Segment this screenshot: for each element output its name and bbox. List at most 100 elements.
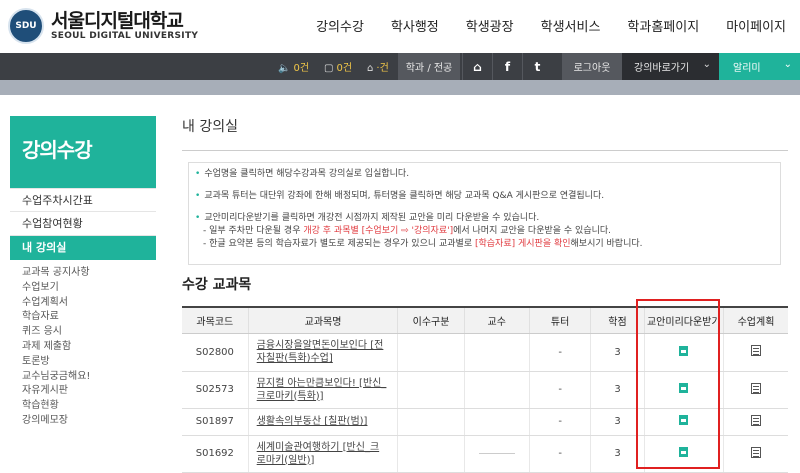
gnb-item-student-service[interactable]: 학생서비스 <box>541 16 601 35</box>
logo-korean: 서울디지털대학교 <box>51 9 184 32</box>
page-title: 내 강의실 <box>182 119 238 135</box>
sidebar: 강의수강 수업주차시간표 수업참여현황 내 강의실 교과목 공지사항 수업보기 … <box>10 116 156 469</box>
course-code: S01692 <box>182 435 249 473</box>
course-shortcut-dropdown[interactable]: 강의바로가기 ⌄ <box>622 53 719 80</box>
notice-line-1: • 수업명을 클릭하면 해당수강과목 강의실로 입실합니다. <box>195 169 410 179</box>
submenu-item-quiz[interactable]: 퀴즈 응시 <box>10 325 156 340</box>
chat-icon: ▢ <box>324 63 334 74</box>
course-name-link[interactable]: 세계미술관여행하기 [반신_크로마키(일반)] <box>257 442 379 466</box>
document-icon[interactable] <box>751 446 761 458</box>
alert-dropdown[interactable]: 알리미 ⌄ <box>719 53 800 80</box>
speaker-icon: 🔈 <box>278 63 291 74</box>
submenu-item-watch-class[interactable]: 수업보기 <box>10 281 156 296</box>
course-name-cell: 뮤지컬 아는만큼보인다! [반신_크로마키(특화)] <box>247 371 398 409</box>
main-content: 내 강의실 • 수업명을 클릭하면 해당수강과목 강의실로 입실합니다. • 교과목… <box>182 116 788 473</box>
university-seal-icon: SDU <box>8 8 44 44</box>
dept-major-button[interactable]: 학과 / 전공 <box>398 53 460 80</box>
sidebar-submenu: 교과목 공지사항 수업보기 수업계획서 학습자료 퀴즈 응시 과제 제출함 토론… <box>10 260 156 429</box>
notice-line-5: - 한글 요약본 등의 학습자료가 별도로 제공되는 경우가 있으니 교과별로 … <box>203 239 643 249</box>
gnb-item-student-plaza[interactable]: 학생광장 <box>466 16 514 35</box>
col-header-name: 교과목명 <box>247 306 398 334</box>
course-name-link[interactable]: 생활속의부동산 [칠판(범)] <box>257 416 368 427</box>
course-code: S02573 <box>182 371 249 409</box>
col-header-code: 과목코드 <box>182 306 249 334</box>
course-professor <box>463 333 530 372</box>
course-tutor: - <box>528 408 591 436</box>
submenu-item-assignment[interactable]: 과제 제출함 <box>10 340 156 355</box>
submenu-item-discussion[interactable]: 토론방 <box>10 355 156 370</box>
submenu-item-course-notice[interactable]: 교과목 공지사항 <box>10 266 156 281</box>
sidebar-item-my-classroom[interactable]: 내 강의실 <box>10 236 156 260</box>
notice-line-4: - 일부 주차만 다운될 경우 개강 후 과목별 [수업보기 ⇨ '강의자료']… <box>203 226 612 236</box>
utility-bar: 🔈 0건 ▢ 0건 ⌂ ·건 학과 / 전공 ⌂ f t 로그아웃 강의바로가기 ⌄ … <box>0 53 800 80</box>
gnb-item-academic[interactable]: 학사행정 <box>391 16 439 35</box>
logo-text: 서울디지털대학교 SEOUL DIGITAL UNIVERSITY <box>51 11 198 42</box>
title-divider <box>182 150 788 151</box>
course-type <box>397 333 465 372</box>
course-code: S02800 <box>182 333 249 372</box>
facebook-icon[interactable]: f <box>492 53 522 80</box>
col-header-tutor: 튜터 <box>528 306 591 334</box>
course-professor <box>463 408 530 436</box>
course-name-cell: 금융시장을알면돈이보인다 [전자칠판(특화)수업] <box>247 333 398 372</box>
col-header-plan: 수업계획 <box>723 306 788 334</box>
social-links: ⌂ f t <box>462 53 552 80</box>
notice-count-value: 0건 <box>293 63 310 74</box>
course-name-cell: 세계미술관여행하기 [반신_크로마키(일반)] <box>247 435 398 473</box>
course-shortcut-label: 강의바로가기 <box>634 63 690 74</box>
logout-button[interactable]: 로그아웃 <box>562 53 622 80</box>
top-header: SDU 서울디지털대학교 SEOUL DIGITAL UNIVERSITY 강의… <box>0 0 800 53</box>
notice-count[interactable]: 🔈 0건 <box>278 59 309 74</box>
notice-box: • 수업명을 클릭하면 해당수강과목 강의실로 입실합니다. • 교과목 튜터는 대… <box>188 162 781 265</box>
alert-label: 알리미 <box>733 63 761 74</box>
submenu-item-progress[interactable]: 학습현황 <box>10 399 156 414</box>
course-type <box>397 371 465 409</box>
course-tutor: - <box>528 333 591 372</box>
chevron-down-icon: ⌄ <box>783 59 792 70</box>
inbox-icon: ⌂ <box>367 63 374 74</box>
sidebar-title: 강의수강 <box>10 116 156 188</box>
gnb-item-course[interactable]: 강의수강 <box>316 16 364 35</box>
notice-line-3: • 교안미리다운받기를 클릭하면 개강전 시점까지 제작된 교안을 미리 다운받을… <box>195 213 540 223</box>
course-tutor: - <box>528 435 591 473</box>
course-name-cell: 생활속의부동산 [칠판(범)] <box>247 408 398 436</box>
notification-counts: 🔈 0건 ▢ 0건 ⌂ ·건 <box>278 53 404 80</box>
course-name-link[interactable]: 뮤지컬 아는만큼보인다! [반신_크로마키(특화)] <box>257 378 387 402</box>
plan-cell <box>723 371 788 409</box>
document-icon[interactable] <box>751 382 761 394</box>
submenu-item-syllabus[interactable]: 수업계획서 <box>10 296 156 311</box>
logo-english: SEOUL DIGITAL UNIVERSITY <box>51 30 199 41</box>
plan-cell <box>723 435 788 473</box>
message-count-value: 0건 <box>336 63 353 74</box>
col-header-professor: 교수 <box>463 306 530 334</box>
course-tutor: - <box>528 371 591 409</box>
submenu-item-free-board[interactable]: 자유게시판 <box>10 384 156 399</box>
redacted-line <box>478 452 515 454</box>
message-count[interactable]: ▢ 0건 <box>324 59 352 74</box>
submenu-item-memo[interactable]: 강의메모장 <box>10 414 156 429</box>
header-band <box>0 80 800 95</box>
course-code: S01897 <box>182 408 249 436</box>
submenu-item-materials[interactable]: 학습자료 <box>10 310 156 325</box>
section-title: 수강 교과목 <box>182 277 252 293</box>
col-header-type: 이수구분 <box>397 306 465 334</box>
sidebar-item-participation[interactable]: 수업참여현황 <box>10 212 156 236</box>
twitter-icon[interactable]: t <box>522 53 552 80</box>
gnb-item-mypage[interactable]: 마이페이지 <box>726 16 786 35</box>
course-type <box>397 435 465 473</box>
chevron-down-icon: ⌄ <box>702 59 711 70</box>
inbox-count[interactable]: ⌂ ·건 <box>367 59 389 74</box>
gnb-item-dept-homepage[interactable]: 학과홈페이지 <box>627 16 699 35</box>
submenu-item-ask-professor[interactable]: 교수님궁금해요! <box>10 370 156 385</box>
download-column-highlight <box>636 299 720 469</box>
global-nav: 강의수강 학사행정 학생광장 학생서비스 학과홈페이지 마이페이지 <box>289 16 786 35</box>
logo[interactable]: SDU 서울디지털대학교 SEOUL DIGITAL UNIVERSITY <box>8 8 198 44</box>
plan-cell <box>723 333 788 372</box>
course-professor <box>463 371 530 409</box>
home-icon[interactable]: ⌂ <box>462 53 492 80</box>
inbox-count-value: ·건 <box>376 63 389 74</box>
sidebar-item-weekly-schedule[interactable]: 수업주차시간표 <box>10 188 156 212</box>
course-name-link[interactable]: 금융시장을알면돈이보인다 [전자칠판(특화)수업] <box>257 340 384 364</box>
document-icon[interactable] <box>751 414 761 426</box>
document-icon[interactable] <box>751 345 761 356</box>
